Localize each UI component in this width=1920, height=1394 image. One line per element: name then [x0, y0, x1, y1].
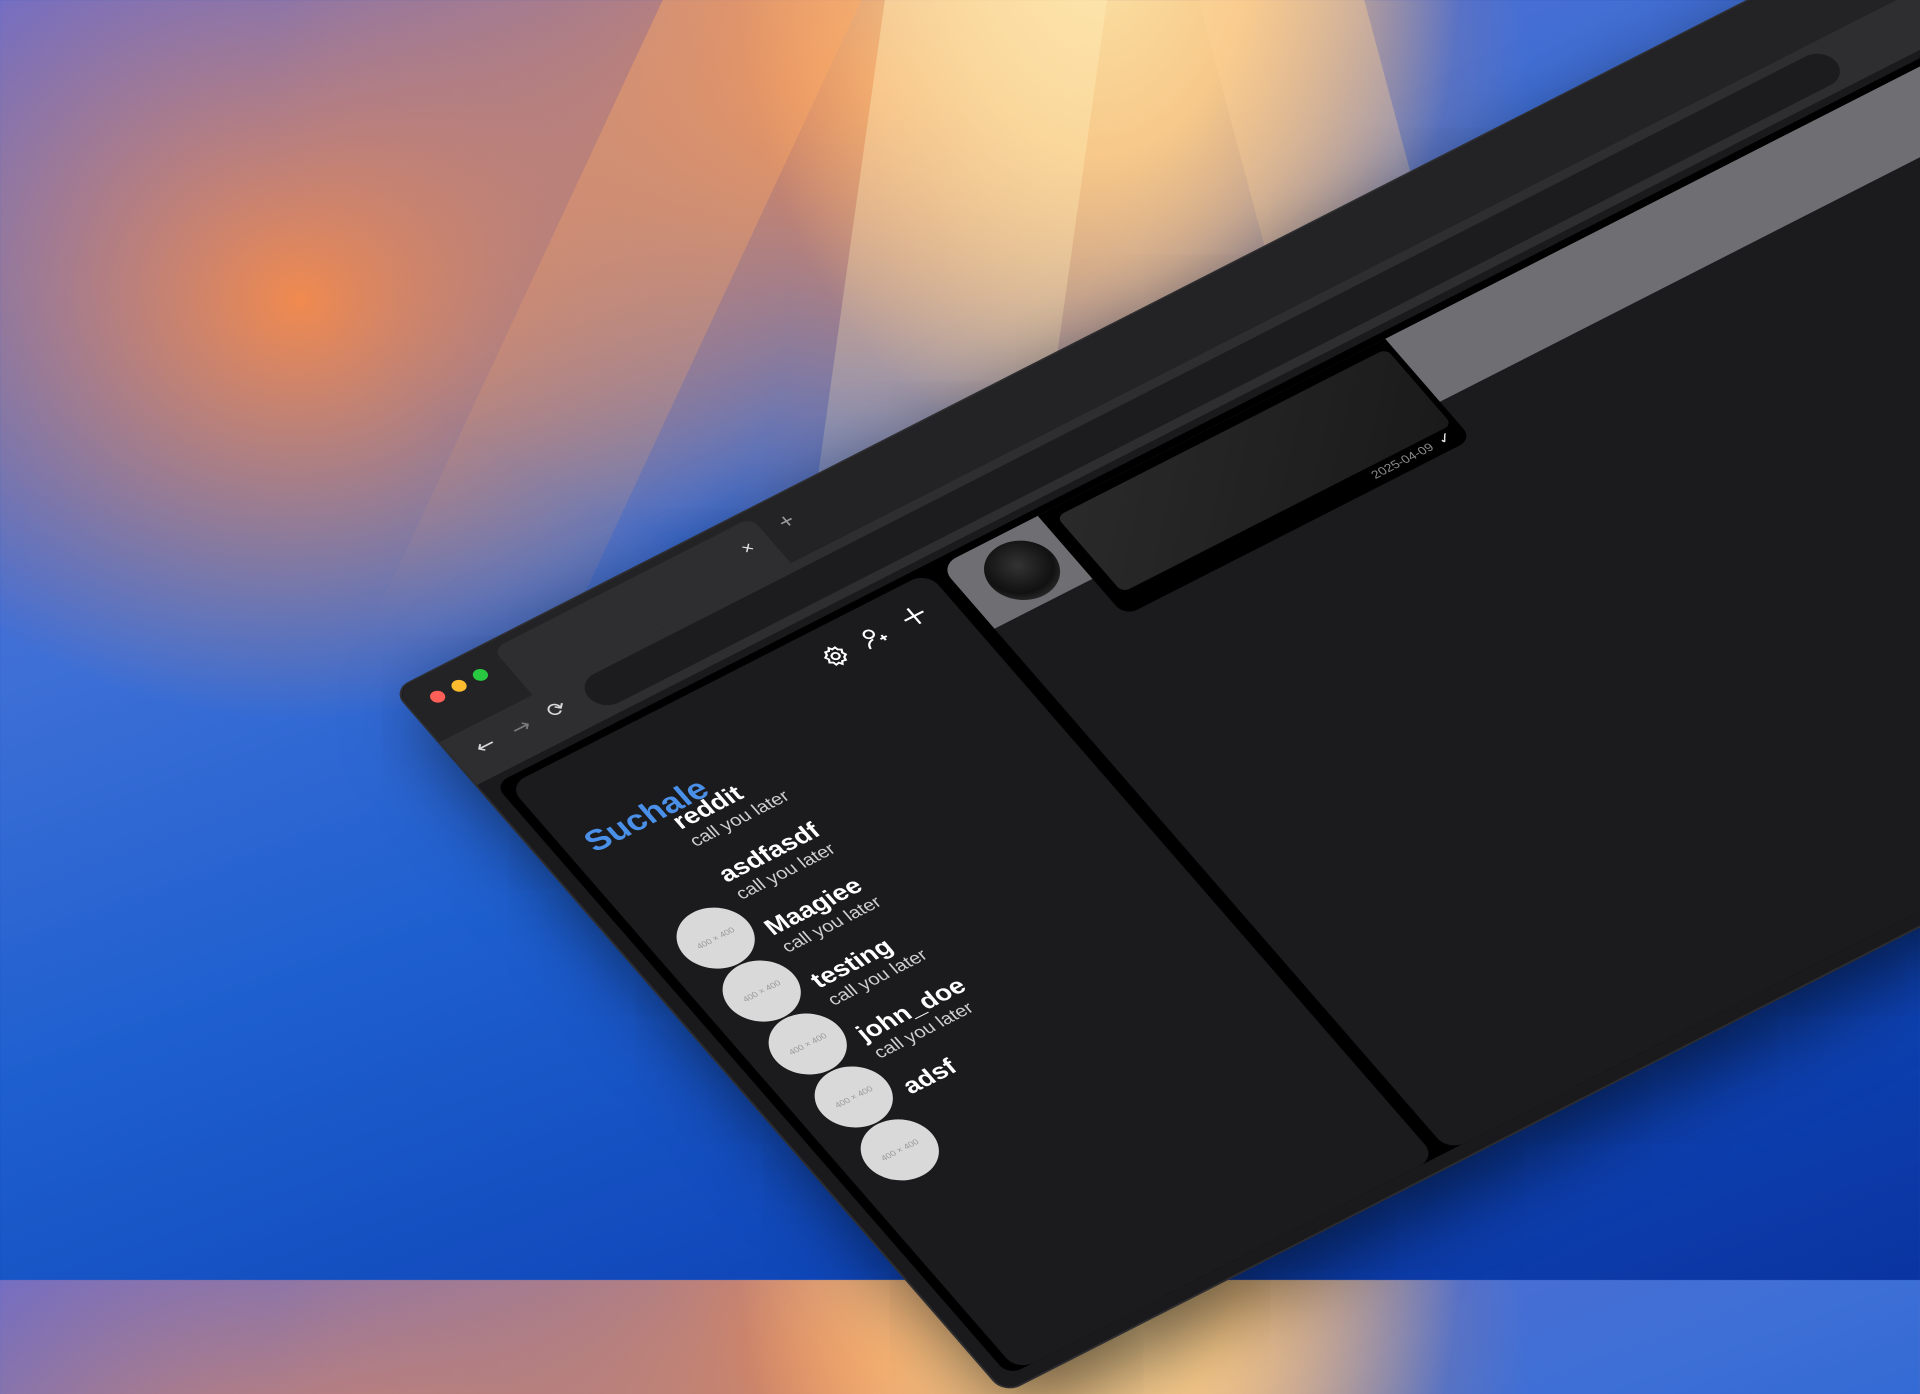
reload-icon[interactable]: ⟳	[541, 696, 573, 722]
plus-icon[interactable]	[893, 600, 935, 633]
settings-icon[interactable]	[814, 640, 856, 673]
forward-icon[interactable]: →	[506, 715, 538, 741]
add-user-icon[interactable]	[854, 620, 896, 653]
sidebar-actions	[814, 600, 935, 673]
close-tab-icon[interactable]: ×	[737, 538, 759, 558]
close-window-button[interactable]	[427, 688, 449, 705]
new-tab-button[interactable]: +	[772, 509, 802, 535]
window-controls	[427, 666, 492, 705]
read-check-icon: ✓	[1434, 429, 1457, 448]
desktop: × + ← → ⟳ Suchale reddit call you later …	[0, 0, 1920, 1394]
minimize-window-button[interactable]	[448, 677, 470, 694]
maximize-window-button[interactable]	[469, 666, 492, 684]
page-content: Suchale reddit call you later 400 × 400 …	[494, 7, 1920, 1376]
browser-window: × + ← → ⟳ Suchale reddit call you later …	[392, 0, 1920, 1394]
contact-avatar[interactable]	[969, 529, 1076, 612]
back-icon[interactable]: ←	[470, 733, 502, 759]
avatar: 400 × 400	[845, 1107, 955, 1193]
